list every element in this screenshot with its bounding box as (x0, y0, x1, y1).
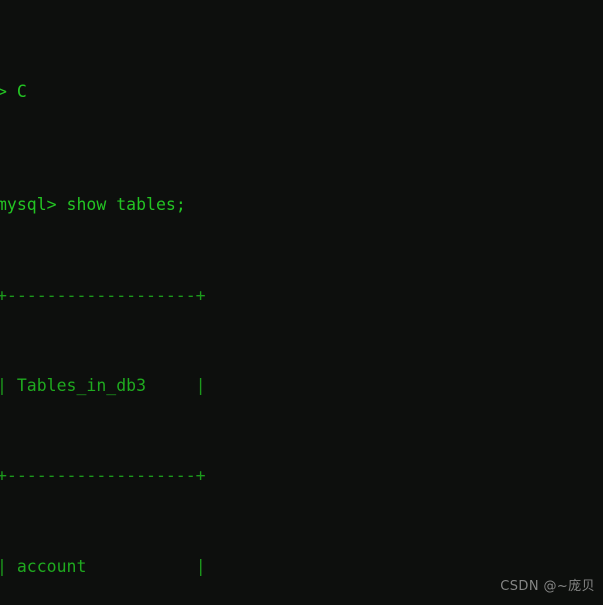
table1-row: | account | (0, 556, 206, 576)
terminal-screen: > C mysql> show tables; +---------------… (0, 0, 434, 605)
table1-header-tables-in-db3: Tables_in_db3 (16, 376, 147, 396)
table1-cell-name: account (16, 556, 87, 576)
command-text-show-tables: show tables; (66, 195, 186, 215)
table1-header-row: | Tables_in_db3 | (0, 376, 206, 396)
table1-rule-mid: +-------------------+ (0, 466, 206, 486)
csdn-watermark: CSDN @~庞贝 (500, 579, 595, 595)
terminal-window[interactable]: > C mysql> show tables; +---------------… (0, 0, 603, 605)
scrollback-clipped-line: > C (0, 81, 434, 104)
prompt-label-1: mysql> (0, 195, 57, 215)
command-line-show-tables[interactable]: mysql> show tables; (0, 194, 434, 217)
scrollback-clipped-text: > C (0, 82, 27, 102)
table1-rule-top: +-------------------+ (0, 285, 206, 305)
